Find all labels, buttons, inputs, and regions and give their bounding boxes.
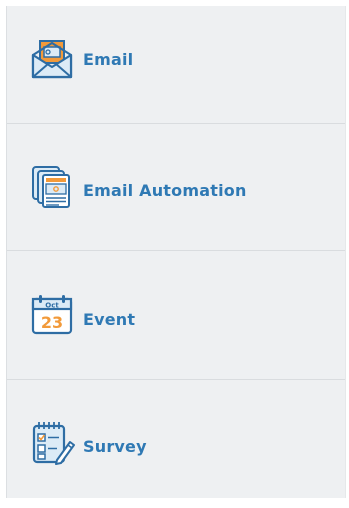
menu-item-label: Event (83, 310, 136, 329)
menu-item-label: Email Automation (83, 181, 247, 200)
survey-clipboard-icon (29, 420, 75, 466)
menu-item-survey[interactable]: Survey (7, 380, 345, 508)
campaign-type-menu: Email Email Automation Oct 23 Event Surv… (6, 6, 346, 498)
menu-item-email-automation[interactable]: Email Automation (7, 124, 345, 252)
menu-item-label: Survey (83, 437, 147, 456)
calendar-day-text: 23 (41, 313, 63, 332)
email-automation-icon (29, 164, 75, 210)
menu-item-email[interactable]: Email (7, 6, 345, 134)
menu-item-event[interactable]: Oct 23 Event (7, 251, 345, 379)
email-envelope-icon (29, 37, 75, 83)
menu-item-label: Email (83, 50, 134, 69)
calendar-month-text: Oct (45, 302, 59, 310)
event-calendar-icon: Oct 23 (29, 293, 75, 339)
